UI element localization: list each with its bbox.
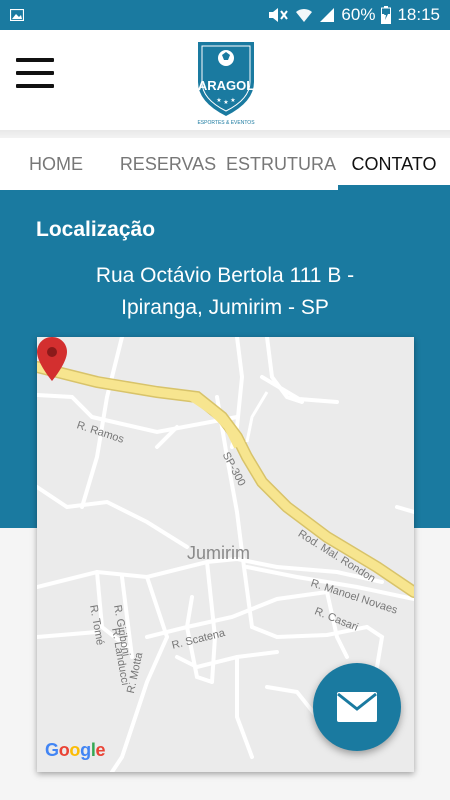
location-heading: Localização: [36, 218, 156, 241]
tab-contato[interactable]: CONTATO: [338, 138, 450, 190]
status-bar: 60% 18:15: [0, 0, 450, 30]
svg-text:ARAGOL: ARAGOL: [198, 78, 254, 93]
address: Rua Octávio Bertola 111 B - Ipiranga, Ju…: [20, 260, 430, 324]
google-logo: Google: [45, 740, 106, 760]
aragol-logo: ARAGOL ★ ★ ★ ESPORTES & EVENTOS: [197, 42, 255, 126]
header-divider: [0, 130, 450, 138]
tab-bar: HOME RESERVAS ESTRUTURA CONTATO: [0, 138, 450, 190]
address-line-2: Ipiranga, Jumirim - SP: [121, 296, 329, 319]
gallery-notification-icon: [10, 9, 24, 21]
hamburger-menu-icon[interactable]: [16, 58, 54, 88]
svg-text:★: ★: [216, 97, 221, 104]
tab-reservas[interactable]: RESERVAS: [112, 138, 224, 190]
app-header: ARAGOL ★ ★ ★ ESPORTES & EVENTOS: [0, 30, 450, 130]
battery-charging-icon: [381, 6, 392, 24]
svg-text:★: ★: [223, 99, 228, 106]
mute-icon: [267, 7, 289, 23]
battery-percent: 60%: [341, 5, 376, 24]
email-button[interactable]: [313, 663, 401, 751]
tab-home[interactable]: HOME: [0, 138, 112, 190]
clock: 18:15: [397, 5, 440, 24]
map-pin-icon[interactable]: [37, 337, 67, 381]
svg-text:ESPORTES & EVENTOS: ESPORTES & EVENTOS: [197, 120, 255, 126]
svg-text:★: ★: [230, 97, 235, 104]
envelope-icon: [337, 692, 377, 722]
town-label: Jumirim: [187, 543, 250, 563]
tab-estrutura[interactable]: ESTRUTURA: [224, 138, 338, 190]
app-screen: 60% 18:15 ARAGOL ★ ★ ★ ESPORTES & EVENTO…: [0, 0, 450, 800]
signal-icon: [319, 7, 335, 23]
address-line-1: Rua Octávio Bertola 111 B -: [95, 264, 355, 287]
wifi-icon: [295, 7, 313, 23]
